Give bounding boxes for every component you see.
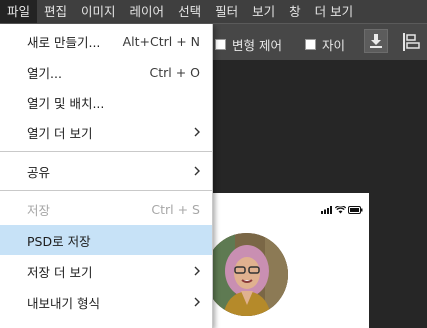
menu-window[interactable]: 창 (282, 0, 308, 23)
signal-icon (321, 206, 332, 214)
menu-layer[interactable]: 레이어 (123, 0, 172, 23)
menu-image[interactable]: 이미지 (74, 0, 123, 23)
chevron-right-icon (194, 166, 200, 176)
transform-controls-label: 변형 제어 (232, 38, 282, 53)
menu-more[interactable]: 더 보기 (308, 0, 360, 23)
menu-item-share[interactable]: 공유 (0, 156, 212, 186)
download-button[interactable] (364, 29, 388, 53)
menu-view[interactable]: 보기 (245, 0, 282, 23)
menu-item-open-more[interactable]: 열기 더 보기 (0, 117, 212, 147)
menu-item-shortcut: Ctrl + O (149, 64, 200, 80)
profile-photo (205, 233, 288, 316)
menu-item-label: 저장 (27, 202, 51, 218)
download-icon (370, 34, 382, 48)
menu-item-open[interactable]: 열기... Ctrl + O (0, 57, 212, 87)
wifi-icon (335, 206, 346, 214)
menu-item-shortcut: Ctrl + S (151, 201, 200, 217)
menu-item-save[interactable]: 저장 Ctrl + S (0, 194, 212, 224)
document-artboard[interactable] (205, 193, 369, 328)
menu-item-save-more[interactable]: 저장 더 보기 (0, 256, 212, 286)
distance-label: 자이 (322, 38, 346, 53)
menu-separator (0, 190, 212, 191)
menu-filter[interactable]: 필터 (208, 0, 245, 23)
menu-item-label: 열기 및 배치... (27, 95, 105, 111)
menu-separator (0, 151, 212, 152)
file-menu-dropdown: 새로 만들기... Alt+Ctrl + N 열기... Ctrl + O 열기… (0, 24, 213, 328)
chevron-right-icon (194, 127, 200, 137)
menu-item-label: 내보내기 형식 (27, 295, 100, 311)
menu-item-label: 저장 더 보기 (27, 264, 93, 280)
menu-select[interactable]: 선택 (171, 0, 208, 23)
transform-controls-checkbox[interactable] (215, 39, 226, 50)
menu-item-label: PSD로 저장 (27, 233, 91, 249)
distance-checkbox[interactable] (305, 39, 316, 50)
distance-option[interactable]: 자이 (305, 35, 345, 54)
phone-status-icons (321, 206, 363, 214)
person-image (205, 233, 288, 316)
menu-item-export-as[interactable]: 내보내기 형식 (0, 287, 212, 317)
menu-item-save-as-psd[interactable]: PSD로 저장 (0, 225, 212, 255)
menu-item-shortcut: Alt+Ctrl + N (122, 33, 200, 49)
align-left-icon (403, 33, 420, 51)
menu-item-new[interactable]: 새로 만들기... Alt+Ctrl + N (0, 26, 212, 56)
battery-icon (348, 206, 363, 214)
menu-bar: 파일 편집 이미지 레이어 선택 필터 보기 창 더 보기 (0, 0, 427, 23)
menu-file[interactable]: 파일 (0, 0, 38, 23)
menu-edit[interactable]: 편집 (37, 0, 74, 23)
menu-item-label: 공유 (27, 164, 51, 180)
chevron-right-icon (194, 266, 200, 276)
menu-item-label: 열기 더 보기 (27, 125, 93, 141)
transform-controls-option[interactable]: 변형 제어 (215, 35, 282, 54)
align-button[interactable] (402, 32, 420, 52)
menu-item-label: 열기... (27, 65, 62, 81)
menu-item-open-and-place[interactable]: 열기 및 배치... (0, 87, 212, 117)
chevron-right-icon (194, 297, 200, 307)
menu-item-label: 새로 만들기... (27, 34, 101, 50)
